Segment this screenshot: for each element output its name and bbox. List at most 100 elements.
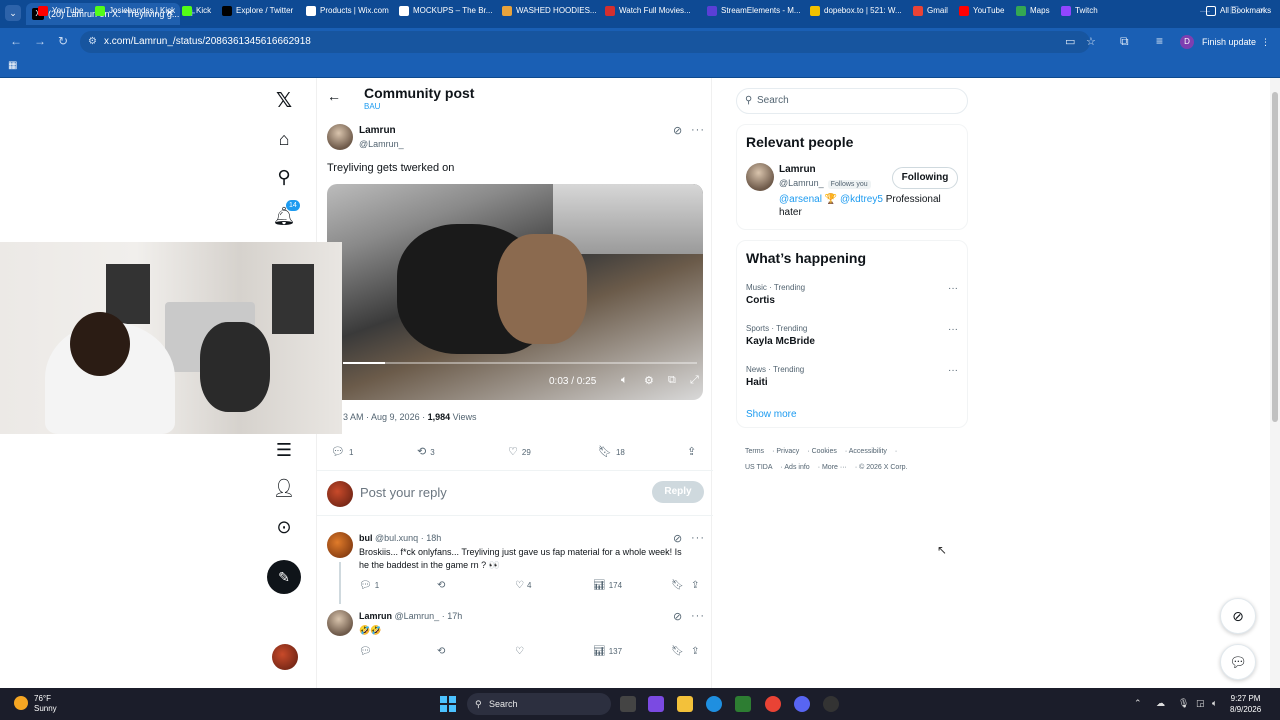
lists-icon[interactable]: ☰ xyxy=(266,432,302,468)
reply-author-name[interactable]: bul xyxy=(359,533,373,543)
show-more-link[interactable]: Show more xyxy=(746,409,797,420)
trend-item[interactable]: Sports · Trending Kayla McBride ··· xyxy=(746,324,958,347)
wifi-icon[interactable]: ◲ xyxy=(1196,698,1205,709)
volume-icon[interactable]: 🔈︎ xyxy=(621,374,628,387)
all-bookmarks-button[interactable]: All Bookmarks xyxy=(1206,4,1271,18)
post-date[interactable]: · Aug 9, 2026 · xyxy=(366,412,425,422)
reply-button[interactable]: Reply xyxy=(652,481,704,503)
trend-item[interactable]: News · Trending Haiti ··· xyxy=(746,365,958,388)
bookmark-item[interactable]: Watch Full Movies... xyxy=(605,4,691,18)
video-settings-icon[interactable]: ⚙ xyxy=(644,374,654,387)
finish-update-button[interactable]: Finish update ⋮ xyxy=(1202,33,1270,51)
author-handle[interactable]: @Lamrun_ xyxy=(359,139,404,149)
reply-reply-action[interactable]: 💬︎ xyxy=(359,646,372,657)
bio-mention-arsenal[interactable]: @arsenal xyxy=(779,194,822,205)
site-info-icon[interactable]: ⚙ xyxy=(88,31,97,53)
reply-repost-action[interactable]: ⟲ xyxy=(437,580,445,591)
bookmark-item[interactable]: MOCKUPS – The Br... xyxy=(399,4,492,18)
explore-search-icon[interactable]: ⚲ xyxy=(266,159,302,195)
file-explorer-icon[interactable] xyxy=(677,696,693,712)
footer-terms[interactable]: Terms xyxy=(745,448,764,455)
bookmark-item[interactable]: Kick xyxy=(182,4,211,18)
reply-like-action[interactable]: ♡ 4 xyxy=(515,580,531,591)
page-scrollbar[interactable] xyxy=(1270,78,1280,688)
relevant-person-name[interactable]: Lamrun xyxy=(779,164,816,175)
bookmark-item[interactable]: Gmail xyxy=(913,4,948,18)
notifications-bell-icon[interactable]: 🔔︎ 14 xyxy=(266,198,302,234)
reload-icon[interactable]: ↻ xyxy=(58,34,68,48)
video-progress-bar[interactable] xyxy=(343,362,697,364)
tab-groups-icon[interactable]: ≡ xyxy=(1156,34,1163,48)
obs-icon[interactable] xyxy=(823,696,839,712)
windows-start-icon[interactable] xyxy=(440,696,456,712)
extensions-icon[interactable]: ⧉ xyxy=(1120,34,1129,49)
reply-share-icon[interactable]: ⇪ xyxy=(691,646,699,657)
forward-arrow-icon[interactable]: → xyxy=(34,34,46,48)
bookmark-item[interactable]: Maps xyxy=(1016,4,1050,18)
reply-share-icon[interactable]: ⇪ xyxy=(691,580,699,591)
bookmark-star-icon[interactable]: ☆ xyxy=(1086,31,1096,53)
more-circle-icon[interactable]: ⊙ xyxy=(266,509,302,545)
fullscreen-icon[interactable]: ⤢ xyxy=(690,374,699,387)
profile-person-icon[interactable]: 👤︎ xyxy=(266,470,302,506)
reply-like-action[interactable]: ♡ xyxy=(515,646,524,657)
compose-post-button[interactable]: ✎ xyxy=(267,560,301,594)
account-avatar[interactable] xyxy=(272,644,298,670)
grok-float-button[interactable]: ⊘ xyxy=(1220,598,1256,634)
relevant-person-avatar[interactable] xyxy=(746,163,774,191)
relevant-person-handle-text[interactable]: @Lamrun_ xyxy=(779,178,824,188)
grok-icon[interactable]: ⊘ xyxy=(673,532,682,545)
address-bar[interactable]: ⚙ x.com/Lamrun_/status/20863613456166629… xyxy=(80,31,1096,53)
bookmark-item[interactable]: Josiebandss | Kick xyxy=(95,4,175,18)
footer-privacy[interactable]: Privacy xyxy=(776,448,799,455)
search-input[interactable]: ⚲ Search xyxy=(736,88,968,114)
reply-repost-action[interactable]: ⟲ xyxy=(437,646,445,657)
trend-more-icon[interactable]: ··· xyxy=(948,324,958,335)
reply-avatar[interactable] xyxy=(327,532,353,558)
bookmark-action[interactable]: 🔖︎ 18 xyxy=(598,445,625,458)
bookmark-item[interactable]: Explore / Twitter xyxy=(222,4,293,18)
video-pip-icon[interactable]: ⧉ xyxy=(668,374,676,387)
tray-chevron-icon[interactable]: ⌃ xyxy=(1134,698,1142,709)
grok-icon[interactable]: ⊘ xyxy=(673,124,682,137)
reply-action[interactable]: 💬︎ 1 xyxy=(331,445,353,458)
reply-author-name[interactable]: Lamrun xyxy=(359,611,392,621)
trend-more-icon[interactable]: ··· xyxy=(948,283,958,294)
bookmark-item[interactable]: dopebox.to | 521: W... xyxy=(810,4,902,18)
grok-icon[interactable]: ⊘ xyxy=(673,610,682,623)
back-arrow-icon[interactable]: ← xyxy=(10,34,22,48)
video-player[interactable]: 0:03 / 0:25 🔈︎ ⚙ ⧉ ⤢ xyxy=(327,184,703,400)
install-app-icon[interactable]: ▭ xyxy=(1065,31,1075,53)
bio-mention-kdtrey5[interactable]: @kdtrey5 xyxy=(840,194,883,205)
footer-more[interactable]: More ··· xyxy=(822,464,847,471)
discord-icon[interactable] xyxy=(794,696,810,712)
footer-cookies[interactable]: Cookies xyxy=(812,448,837,455)
back-arrow-icon[interactable]: ← xyxy=(327,88,341,104)
task-view-icon[interactable] xyxy=(620,696,636,712)
system-clock[interactable]: 9:27 PM 8/9/2026 xyxy=(1230,693,1261,715)
repost-action[interactable]: ⟲ 3 xyxy=(417,445,435,458)
footer-accessibility[interactable]: Accessibility xyxy=(849,448,887,455)
reply-more-icon[interactable]: ··· xyxy=(691,532,705,544)
profile-avatar[interactable]: D xyxy=(1180,35,1194,49)
reply-views-action[interactable]: 📊︎ 137 xyxy=(593,646,622,657)
bookmark-item[interactable]: Products | Wix.com xyxy=(306,4,389,18)
microphone-icon[interactable]: 🎙︎ xyxy=(1178,698,1189,709)
footer-ads-info[interactable]: Ads info xyxy=(784,464,809,471)
reply-avatar[interactable] xyxy=(327,610,353,636)
reply-input[interactable]: Post your reply xyxy=(360,485,447,500)
reply-views-action[interactable]: 📊︎ 174 xyxy=(593,580,622,591)
bookmark-item[interactable]: Twitch xyxy=(1061,4,1098,18)
footer-us-tida[interactable]: US TIDA xyxy=(745,464,773,471)
reply-more-icon[interactable]: ··· xyxy=(691,610,705,622)
speaker-icon[interactable]: 🔈︎ xyxy=(1212,698,1217,709)
share-icon[interactable]: ⇪ xyxy=(687,445,696,458)
bookmark-item[interactable]: WASHED HOODIES... xyxy=(502,4,597,18)
reply-bookmark-icon[interactable]: 🔖︎ xyxy=(671,580,684,591)
x-logo-icon[interactable]: 𝕏 xyxy=(266,82,302,118)
reply-author-handle[interactable]: @Lamrun_ xyxy=(395,611,440,621)
reply-bookmark-icon[interactable]: 🔖︎ xyxy=(671,646,684,657)
author-name[interactable]: Lamrun xyxy=(359,125,396,136)
community-name-link[interactable]: BAU xyxy=(364,102,380,111)
edge-icon[interactable] xyxy=(706,696,722,712)
